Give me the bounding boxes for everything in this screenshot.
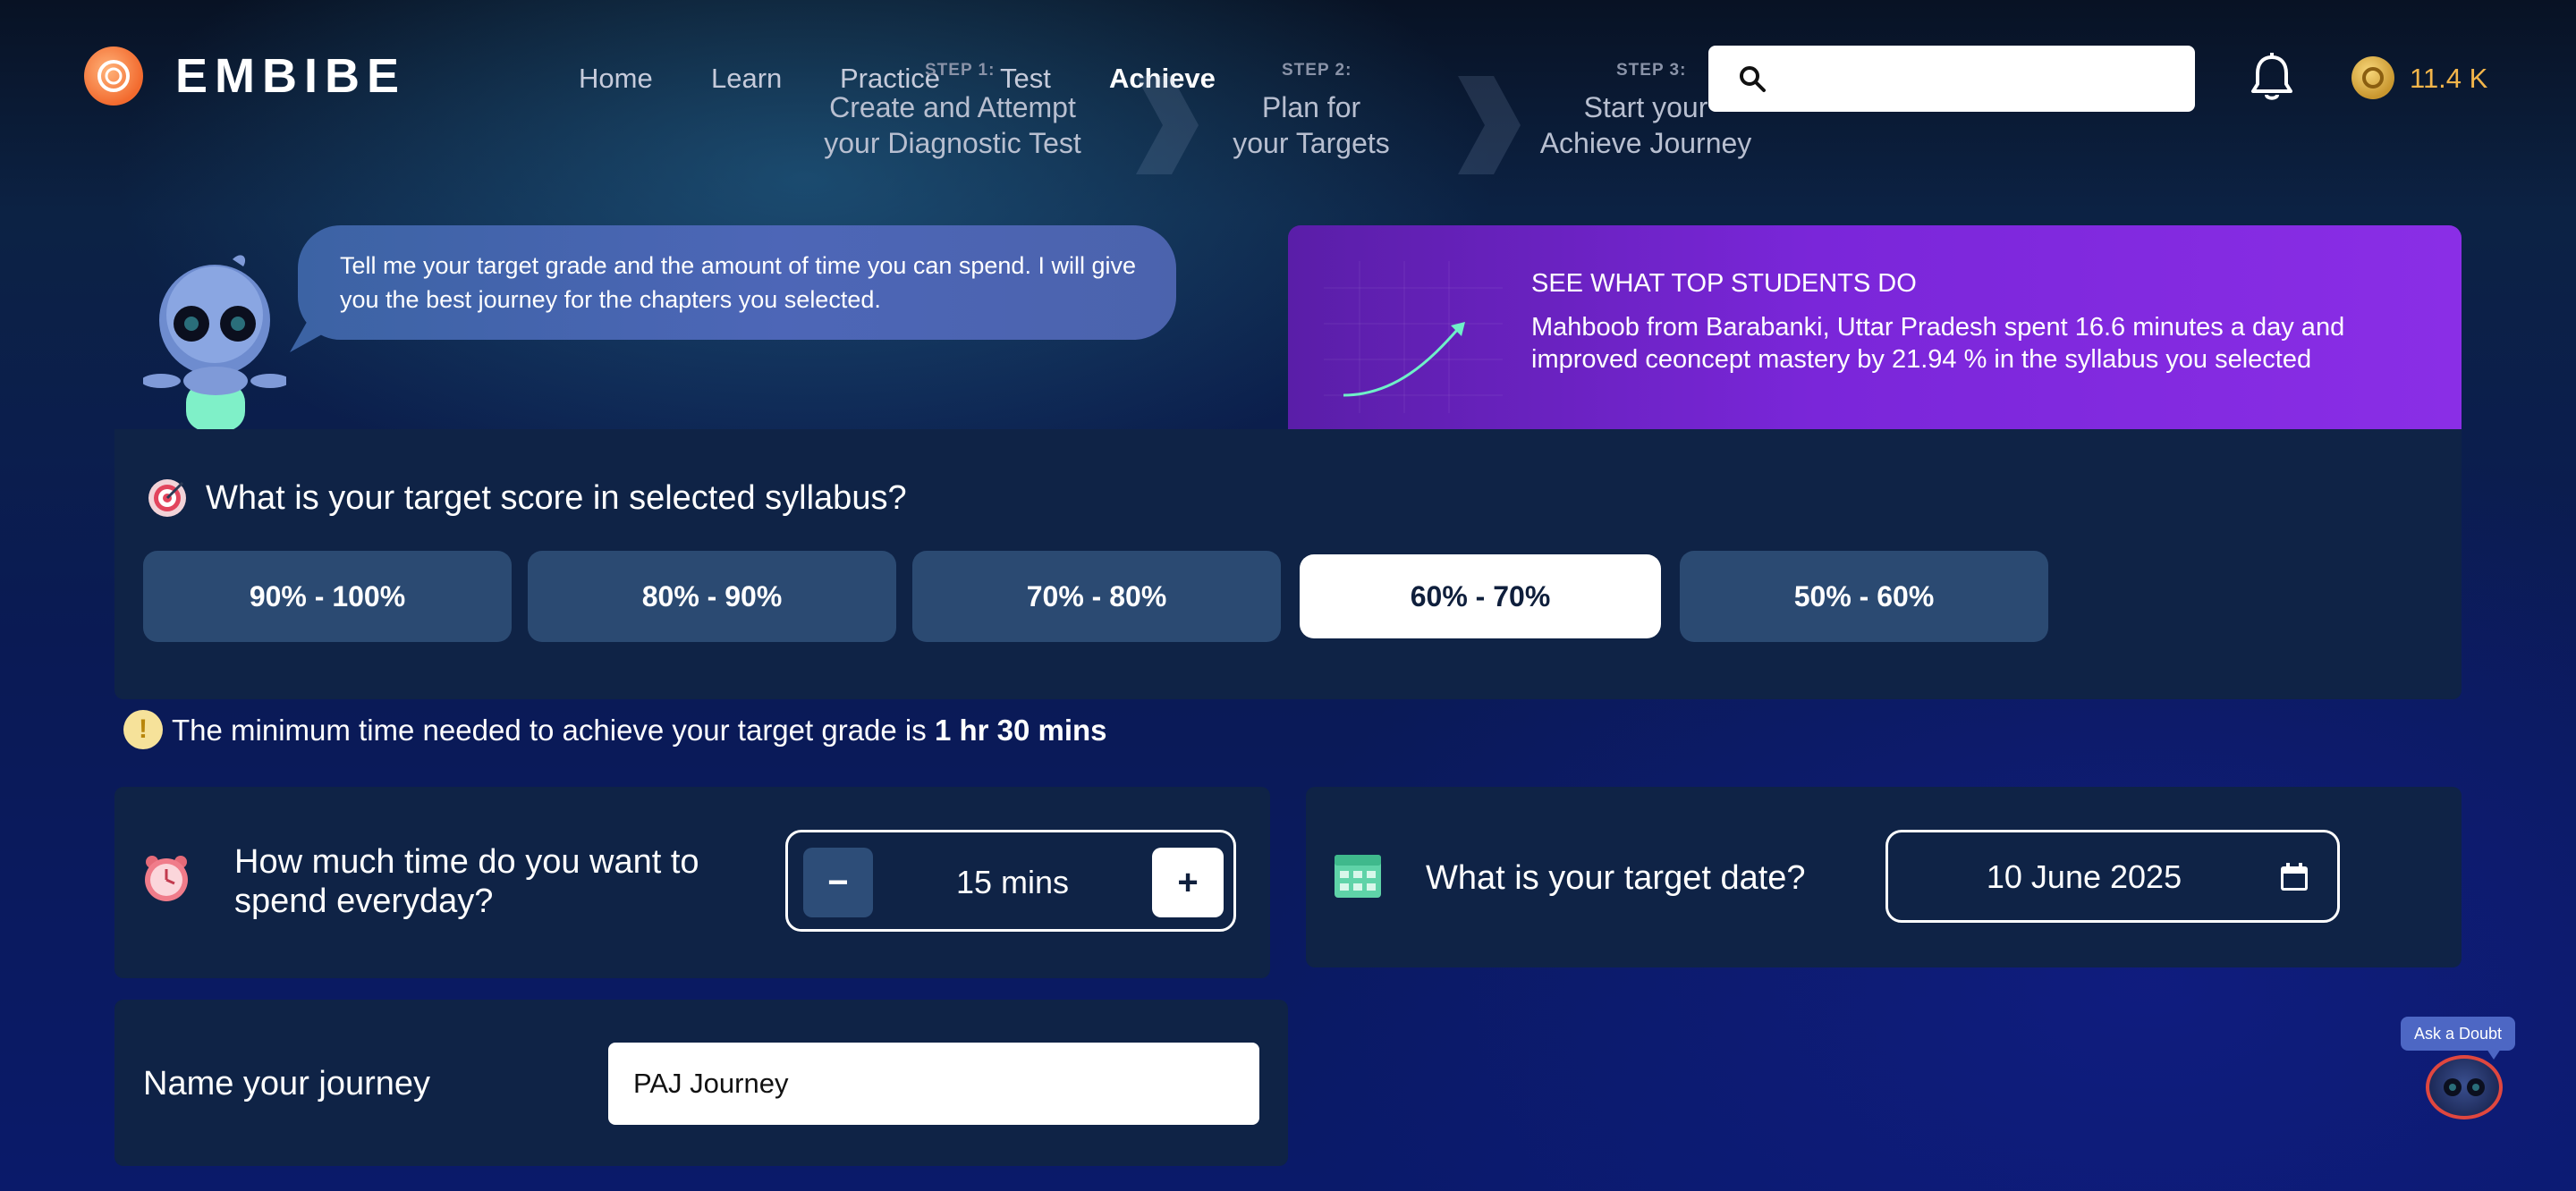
embibe-logo-icon[interactable] — [84, 46, 143, 106]
bell-icon[interactable] — [2249, 52, 2295, 104]
step-chevron-icon — [1458, 76, 1521, 174]
target-icon — [148, 479, 186, 517]
increase-time-button[interactable]: + — [1152, 848, 1224, 917]
promo-text: Mahboob from Barabanki, Uttar Pradesh sp… — [1531, 313, 2345, 374]
coin-icon — [2351, 56, 2394, 99]
step-1-line1: Create and Attempt — [829, 91, 1076, 123]
bot-headphones-icon — [2444, 1078, 2485, 1096]
search-input[interactable] — [1708, 46, 2195, 112]
growth-chart-icon — [1324, 261, 1503, 413]
target-date-question: What is your target date? — [1426, 859, 1806, 897]
warning-icon: ! — [123, 710, 163, 749]
journey-name-label: Name your journey — [143, 1065, 431, 1102]
ask-doubt-bot-button[interactable] — [2426, 1055, 2503, 1119]
step-3-label: STEP 3: — [1616, 61, 1687, 80]
nav-learn[interactable]: Learn — [711, 63, 782, 95]
daily-time-question: How much time do you want to spend every… — [234, 842, 699, 921]
coin-balance: 11.4 K — [2410, 63, 2488, 94]
step-2-label: STEP 2: — [1282, 61, 1352, 80]
score-option-50-60[interactable]: 50% - 60% — [1680, 551, 2048, 642]
score-option-80-90[interactable]: 80% - 90% — [528, 551, 896, 642]
daily-time-question-line2: spend everyday? — [234, 883, 494, 920]
step-3-line2: Achieve Journey — [1539, 127, 1752, 159]
step-1-label: STEP 1: — [925, 61, 996, 80]
ask-doubt-label[interactable]: Ask a Doubt — [2401, 1017, 2515, 1051]
score-option-60-70[interactable]: 60% - 70% — [1300, 554, 1661, 638]
target-date-value: 10 June 2025 — [1986, 858, 2182, 895]
score-option-90-100[interactable]: 90% - 100% — [143, 551, 512, 642]
brand-name: EMBIBE — [175, 49, 407, 103]
promo-title: SEE WHAT TOP STUDENTS DO — [1531, 269, 1917, 298]
score-option-70-80[interactable]: 70% - 80% — [912, 551, 1281, 642]
target-score-question: What is your target score in selected sy… — [206, 479, 907, 517]
calendar-picker-icon[interactable] — [2279, 862, 2309, 892]
step-1-text: Create and Attempt your Diagnostic Test — [805, 89, 1100, 161]
step-2-text: Plan for your Targets — [1208, 89, 1415, 161]
minimum-time-text: The minimum time needed to achieve your … — [172, 714, 935, 747]
step-1-line2: your Diagnostic Test — [824, 127, 1081, 159]
daily-time-value: 15 mins — [955, 864, 1070, 900]
decrease-time-button[interactable]: − — [803, 848, 873, 917]
search-icon — [1740, 66, 1766, 92]
step-2-line2: your Targets — [1233, 127, 1390, 159]
calendar-icon — [1335, 855, 1381, 898]
alarm-clock-icon — [145, 856, 188, 901]
embibe-bot-avatar — [143, 255, 286, 431]
journey-name-input[interactable] — [608, 1043, 1259, 1125]
daily-time-question-line1: How much time do you want to — [234, 843, 699, 881]
step-chevron-icon — [1136, 76, 1199, 174]
minimum-time-value: 1 hr 30 mins — [934, 714, 1107, 747]
minimum-time-note: The minimum time needed to achieve your … — [172, 714, 1107, 748]
nav-home[interactable]: Home — [579, 63, 653, 95]
step-2-line1: Plan for — [1261, 91, 1361, 123]
bot-message: Tell me your target grade and the amount… — [340, 252, 1136, 313]
